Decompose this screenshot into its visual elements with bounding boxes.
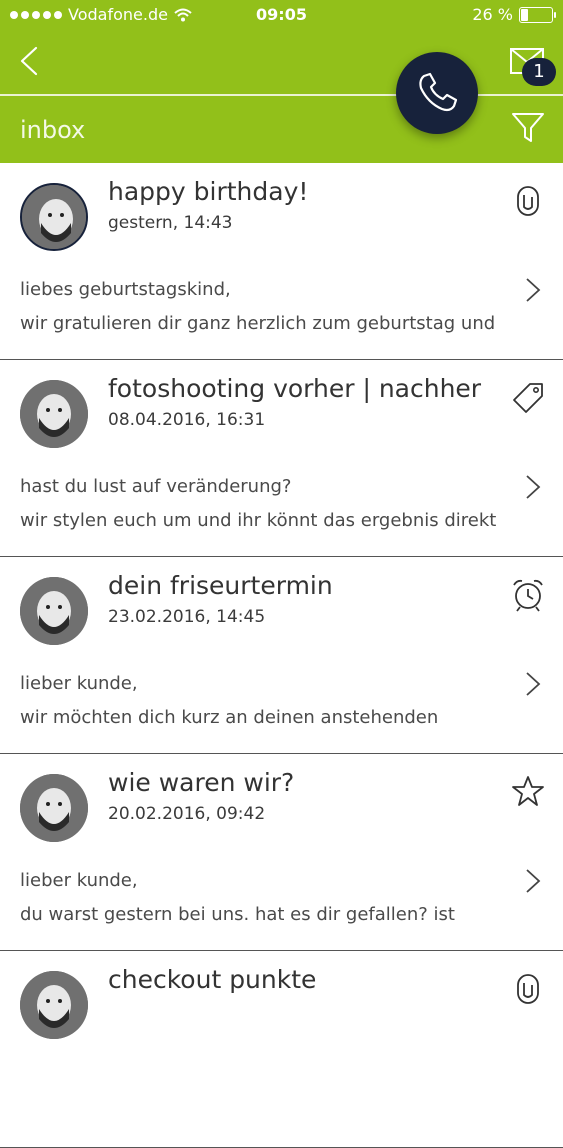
call-button[interactable] bbox=[396, 52, 478, 134]
message-preview-line2: du warst gestern bei uns. hat es dir gef… bbox=[20, 904, 455, 925]
message-title: happy birthday! bbox=[108, 177, 309, 206]
message-preview-line2: wir gratulieren dir ganz herzlich zum ge… bbox=[20, 313, 496, 334]
phone-icon bbox=[419, 72, 458, 112]
chevron-right-icon[interactable] bbox=[522, 669, 544, 699]
header-divider bbox=[0, 94, 563, 96]
app-header: Vodafone.de 09:05 26 % 1 inbox bbox=[0, 0, 563, 163]
avatar bbox=[20, 971, 88, 1039]
status-battery-group: 26 % bbox=[472, 5, 556, 24]
chevron-right-icon[interactable] bbox=[522, 472, 544, 502]
person-face-icon bbox=[20, 380, 88, 448]
alarm-clock-icon bbox=[513, 579, 543, 612]
avatar bbox=[20, 774, 88, 842]
message-preview-line1: hast du lust auf veränderung? bbox=[20, 476, 292, 497]
person-face-icon bbox=[22, 185, 86, 249]
avatar bbox=[20, 183, 88, 251]
message-date: gestern, 14:43 bbox=[108, 213, 233, 233]
message-date: 20.02.2016, 09:42 bbox=[108, 804, 266, 824]
battery-icon bbox=[519, 6, 556, 23]
back-arrow-icon[interactable] bbox=[14, 44, 48, 78]
person-face-icon bbox=[20, 577, 88, 645]
message-date: 08.04.2016, 16:31 bbox=[108, 410, 266, 430]
message-item[interactable]: wie waren wir? 20.02.2016, 09:42 lieber … bbox=[0, 754, 563, 951]
message-title: dein friseurtermin bbox=[108, 571, 333, 600]
message-date: 23.02.2016, 14:45 bbox=[108, 607, 266, 627]
person-face-icon bbox=[20, 774, 88, 842]
message-preview-line1: lieber kunde, bbox=[20, 870, 138, 891]
page-title: inbox bbox=[20, 116, 86, 144]
message-item[interactable]: checkout punkte bbox=[0, 951, 563, 1148]
message-preview-line1: lieber kunde, bbox=[20, 673, 138, 694]
mail-count-badge: 1 bbox=[522, 58, 556, 86]
paperclip-icon bbox=[517, 186, 539, 216]
paperclip-icon bbox=[517, 974, 539, 1004]
message-title: fotoshooting vorher | nachher bbox=[108, 374, 482, 403]
message-item[interactable]: fotoshooting vorher | nachher 08.04.2016… bbox=[0, 360, 563, 557]
status-bar: Vodafone.de 09:05 26 % bbox=[0, 0, 563, 30]
person-face-icon bbox=[20, 971, 88, 1039]
message-list: happy birthday! gestern, 14:43 liebes ge… bbox=[0, 163, 563, 1148]
tag-icon bbox=[513, 383, 543, 413]
message-preview-line2: wir möchten dich kurz an deinen anstehen… bbox=[20, 707, 439, 728]
chevron-right-icon[interactable] bbox=[522, 866, 544, 896]
avatar bbox=[20, 577, 88, 645]
message-preview-line1: liebes geburtstagskind, bbox=[20, 279, 231, 300]
filter-icon[interactable] bbox=[510, 110, 546, 144]
avatar bbox=[20, 380, 88, 448]
chevron-right-icon[interactable] bbox=[522, 275, 544, 305]
message-item[interactable]: dein friseurtermin 23.02.2016, 14:45 lie… bbox=[0, 557, 563, 754]
message-item[interactable]: happy birthday! gestern, 14:43 liebes ge… bbox=[0, 163, 563, 360]
message-preview-line2: wir stylen euch um und ihr könnt das erg… bbox=[20, 510, 497, 531]
message-title: checkout punkte bbox=[108, 965, 317, 994]
battery-percent: 26 % bbox=[472, 5, 513, 24]
message-title: wie waren wir? bbox=[108, 768, 295, 797]
star-icon bbox=[512, 776, 544, 806]
